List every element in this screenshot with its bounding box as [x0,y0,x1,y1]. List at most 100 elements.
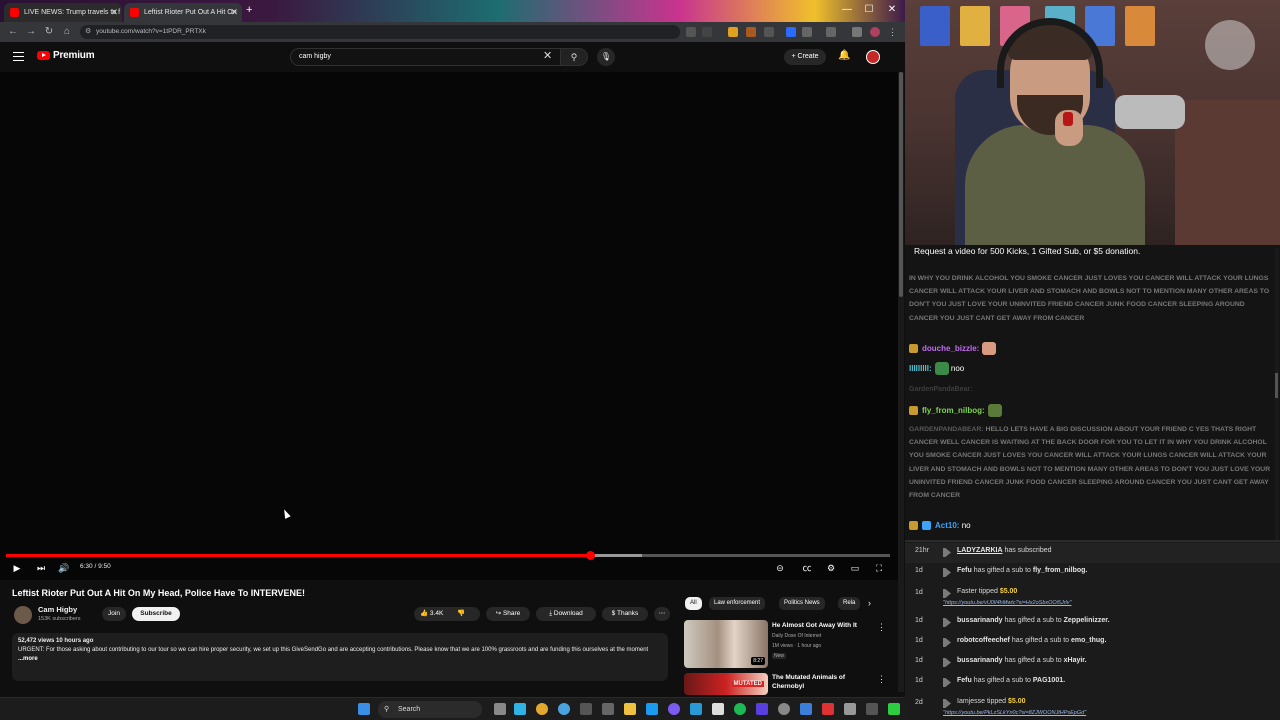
app-icon[interactable] [668,703,680,715]
alert-recipient[interactable]: PAG1001. [1033,677,1065,684]
home-icon[interactable]: ⌂ [60,25,74,39]
back-arrow-icon[interactable]: ← [6,25,20,39]
bookmark-star-icon[interactable] [702,27,712,37]
file-explorer-icon[interactable] [624,703,636,715]
recommended-thumbnail[interactable]: MUTATED [684,673,768,695]
spotify-icon[interactable] [734,703,746,715]
alert-link[interactable]: "https://youtu.be/PkLzSLkYn0c?si=8ZJWOON… [943,710,1086,716]
search-button[interactable]: ⚲ [560,48,588,66]
chrome-icon[interactable] [536,703,548,715]
reload-icon[interactable]: ↻ [42,25,56,39]
alert-username[interactable]: Iamjesse [957,698,985,705]
alert-recipient[interactable]: fly_from_nilbog. [1033,567,1087,574]
channel-avatar[interactable] [14,606,32,624]
search-input[interactable]: cam higby [290,48,560,66]
recommended-title[interactable]: The Mutated Animals of [772,674,845,681]
tab-current-video[interactable]: Leftist Rioter Put Out A Hit On ✕ [124,3,242,22]
chip-law-enforcement[interactable]: Law enforcement [709,597,766,610]
chat-username[interactable]: Act10: [935,521,959,530]
captions-button[interactable]: ㏄ [800,561,814,575]
alert-username[interactable]: bussarinandy [957,657,1003,664]
scrollbar-thumb[interactable] [1275,373,1278,398]
alert-username[interactable]: Faster [957,588,977,595]
youtube-premium-logo[interactable]: Premium [53,50,95,61]
app-icon[interactable] [602,703,614,715]
settings-button[interactable]: ⚙ [824,561,838,575]
progress-bar[interactable] [6,554,890,557]
alert-username[interactable]: LADYZARKIA [957,547,1003,554]
alert-recipient[interactable]: emo_thug. [1071,637,1106,644]
url-field[interactable]: ⚙ youtube.com/watch?v=1tPDR_PRTXk [80,25,680,39]
app-icon[interactable] [800,703,812,715]
extension-icon[interactable] [728,27,738,37]
app-icon[interactable] [822,703,834,715]
app-icon[interactable] [756,703,768,715]
play-button[interactable]: ▶ [10,561,24,575]
extensions-puzzle-icon[interactable] [802,27,812,37]
chip-related[interactable]: Rela [838,597,860,610]
like-count[interactable]: 3.4K [430,610,443,617]
fullscreen-button[interactable]: ⛶ [872,561,886,575]
edge-icon[interactable] [514,703,526,715]
install-icon[interactable] [686,27,696,37]
recommended-title[interactable]: He Almost Got Away With It [772,622,857,629]
theater-mode-button[interactable]: ▭ [848,561,862,575]
browser-menu-icon[interactable]: ⋮ [888,27,898,37]
more-actions-button[interactable]: ⋯ [654,607,670,621]
chat-username[interactable]: GardenPandaBear: [909,386,972,393]
close-window-button[interactable]: ✕ [881,0,903,22]
alert-username[interactable]: robotcoffeechef [957,637,1010,644]
recommended-menu-icon[interactable]: ⋮ [877,674,886,685]
video-player[interactable] [0,72,900,580]
alert-username[interactable]: bussarinandy [957,617,1003,624]
app-icon[interactable] [646,703,658,715]
share-button[interactable]: ↪ Share [486,607,530,621]
thanks-button[interactable]: $ Thanks [602,607,648,621]
recommended-thumbnail[interactable]: 8:27 [684,620,768,668]
thumbs-up-icon[interactable]: 👍 [420,610,428,617]
chat-username[interactable]: fly_from_nilbog: [922,406,985,415]
app-icon[interactable] [844,703,856,715]
page-scrollbar[interactable] [898,72,904,692]
recommended-channel[interactable]: Daily Dose Of Internet [772,633,821,639]
forward-arrow-icon[interactable]: → [24,25,38,39]
alert-recipient[interactable]: Zeppelinizzer. [1064,617,1110,624]
youtube-logo-icon[interactable] [37,51,50,60]
app-icon[interactable] [888,703,900,715]
download-button[interactable]: ⤓ Download [536,607,596,621]
menu-hamburger-icon[interactable] [13,52,24,61]
recommended-title-line2[interactable]: Chernobyl [772,683,804,690]
chat-username[interactable]: lllllllll: [909,364,932,373]
extension-icon[interactable] [746,27,756,37]
thumbs-down-icon[interactable]: 👎 [457,610,465,617]
app-icon[interactable] [712,703,724,715]
tab-live-news[interactable]: LIVE NEWS: Trump travels to f ✕ [4,3,122,22]
chip-politics-news[interactable]: Politics News [779,597,825,610]
clear-search-icon[interactable]: ✕ [543,49,552,62]
description-box[interactable]: 52,472 views 10 hours ago URGENT: For th… [12,633,668,681]
recommended-menu-icon[interactable]: ⋮ [877,622,886,633]
download-icon[interactable] [852,27,862,37]
new-tab-button[interactable]: + [246,4,252,16]
chrome-profile-icon[interactable] [558,703,570,715]
maximize-button[interactable]: ☐ [858,0,880,22]
chevron-right-icon[interactable]: › [868,598,871,608]
voice-search-button[interactable]: 🎙 [597,48,615,66]
chat-username[interactable]: douche_bizzle: [922,344,979,353]
profile-avatar-icon[interactable] [870,27,880,37]
scrollbar-thumb[interactable] [899,72,903,297]
close-tab-icon[interactable]: ✕ [110,3,118,22]
minimize-button[interactable]: — [836,0,858,22]
task-view-icon[interactable] [494,703,506,715]
app-icon[interactable] [778,703,790,715]
create-button[interactable]: + Create [784,49,826,65]
close-tab-icon[interactable]: ✕ [230,3,238,22]
chat-username[interactable]: GardenPandaBear: [909,426,984,433]
notifications-bell-icon[interactable]: 🔔 [838,50,850,61]
autoplay-toggle[interactable]: ⊝ [771,561,789,575]
volume-button[interactable]: 🔊 [57,561,71,575]
subscribe-button[interactable]: Subscribe [132,607,180,621]
windows-start-icon[interactable] [358,703,370,715]
scrubber-handle[interactable] [585,551,595,560]
extension-icon[interactable] [786,27,796,37]
